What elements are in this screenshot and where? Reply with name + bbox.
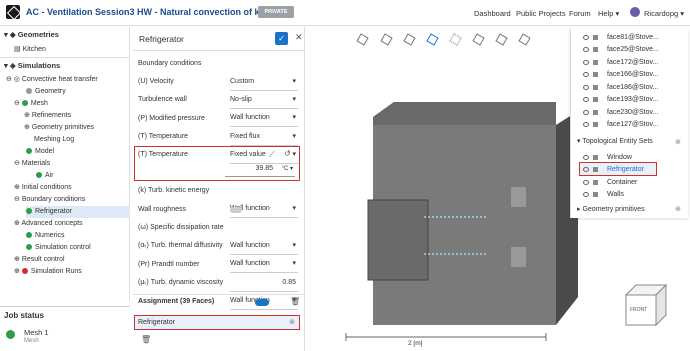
tree-simulation-control[interactable]: Simulation control [26,242,91,254]
reset-icon[interactable]: ↺ [284,149,291,158]
tree-air[interactable]: Air [36,170,54,182]
tree-simulation-runs[interactable]: ⊕ Simulation Runs [14,266,82,278]
private-badge: PRIVATE [258,6,294,18]
scale-label: 2 [m] [408,340,423,347]
tree-materials[interactable]: ⊖ Materials [14,158,50,170]
tree-initial-conditions[interactable]: ⊕ Initial conditions [14,182,72,194]
tree-cht[interactable]: ⊖ ◎ Convective heat transfer [6,74,98,86]
set-walls[interactable]: Walls [583,189,624,201]
add-icon[interactable]: ⊕ [675,205,681,213]
row-prandtl: (Pr) Prandtl number 0.85 [138,256,298,292]
tree-geometry-primitives[interactable]: ⊕ Geometry primitives [24,122,94,134]
tree-meshing-log[interactable]: Meshing Log [34,134,74,146]
face-item[interactable]: face230@Stov... [583,107,658,119]
tree-boundary-conditions[interactable]: ⊖ Boundary conditions [14,194,85,206]
tree-result-control[interactable]: ⊕ Result control [14,254,65,266]
row-pressure: (P) Modified pressure Fixed flux ▾ [138,110,298,146]
tree-geometries[interactable]: ▾ ◆ Geometries [4,29,59,41]
nav-forum[interactable]: Forum [569,9,591,18]
nav-help[interactable]: Help ▾ [598,9,619,18]
assignment-label: Assignment (39 Faces) [138,298,215,305]
temp-label: (T) Temperature [138,151,189,158]
tree-numerics[interactable]: Numerics [26,230,65,242]
row-velocity: (U) Velocity No-slip ▾ [138,73,298,109]
row-wall-roughness: Wall roughness [138,201,298,219]
job-status-title: Job status [4,311,45,320]
add-icon[interactable]: ⊕ [675,138,681,146]
wall-roughness-toggle[interactable] [230,207,242,213]
orientation-cube-label[interactable]: FRONT [630,307,647,313]
face-item[interactable]: face25@Stove... [583,44,659,56]
job-sub: Mesh [24,338,39,344]
job-name[interactable]: Mesh 1 [24,328,49,337]
row-alpha: (αₜ) Turb. thermal diffusivity Wall funct… [138,237,298,273]
set-container[interactable]: Container [583,177,637,189]
avatar[interactable] [630,7,640,17]
tree-advanced-concepts[interactable]: ⊕ Advanced concepts [14,218,83,230]
row-temperature: (T) Temperature Fixed value ▾ [138,128,298,164]
geometry-primitives[interactable]: ▸ Geometry primitives [577,205,645,213]
chart-icon[interactable]: ⟋ [269,150,275,160]
row-omega: (ω) Specific dissipation rate Wall functi… [138,219,298,255]
nav-user[interactable]: Ricardopg ▾ [644,9,684,18]
confirm-check-icon[interactable]: ✓ [275,32,288,45]
row-bc: Boundary conditions Custom ▾ [138,55,298,91]
face-item[interactable]: face127@Stov... [583,119,658,131]
assigned-label: Refrigerator [138,319,175,326]
remove-icon[interactable]: ⊗ [289,318,295,326]
row-mu: (μₜ) Turb. dynamic viscosity Wall functio… [138,274,298,310]
row-k: (k) Turb. kinetic energy Wall function ▾ [138,182,298,218]
face-item[interactable]: face172@Stov... [583,57,658,69]
nav-dashboard[interactable]: Dashboard [474,9,511,18]
project-title: AC - Ventilation Session3 HW - Natural c… [26,7,287,17]
face-item[interactable]: face81@Stove... [583,32,659,44]
top-bar: AC - Ventilation Session3 HW - Natural c… [0,0,690,26]
panel-title: Refrigerator [139,34,184,44]
close-icon[interactable]: ✕ [295,32,303,43]
nav-public-projects[interactable]: Public Projects [516,9,566,18]
tree-refrigerator[interactable]: Refrigerator [26,206,130,218]
tree-geometry[interactable]: Geometry [26,86,66,98]
simulation-tree: ▾ ◆ Geometries ▤ Kitchen ▾ ◈ Simulations… [0,27,130,301]
face-item[interactable]: face193@Stov... [583,94,658,106]
face-item[interactable]: face166@Stov... [583,69,658,81]
simscale-logo-icon[interactable] [6,5,20,19]
job-status: Job status Mesh 1 Mesh [0,306,130,351]
set-refrigerator[interactable]: Refrigerator [583,164,644,176]
boundary-condition-panel: Refrigerator ✓ ✕ Boundary conditions Cust… [133,27,305,351]
temperature-input[interactable]: 39.85 °C ▾ [225,165,295,177]
tree-simulations[interactable]: ▾ ◈ Simulations [4,60,60,72]
topological-entity-sets[interactable]: ▾ Topological Entity Sets [577,137,653,145]
delete-icon[interactable]: 🗑 [141,335,151,344]
tree-model[interactable]: Model [26,146,54,158]
face-item[interactable]: face186@Stov... [583,82,658,94]
tree-refinements[interactable]: ⊕ Refinements [24,110,71,122]
assignment-toggle[interactable] [255,299,269,306]
check-icon [6,330,15,339]
trash-icon[interactable]: 🗑 [290,297,300,306]
tree-kitchen[interactable]: ▤ Kitchen [14,44,46,56]
entity-panel: face81@Stove... face25@Stove... face172@… [570,28,688,218]
tree-mesh[interactable]: ⊖ Mesh [14,98,48,110]
row-turb-wall: Turbulence wall Wall function ▾ [138,91,298,127]
